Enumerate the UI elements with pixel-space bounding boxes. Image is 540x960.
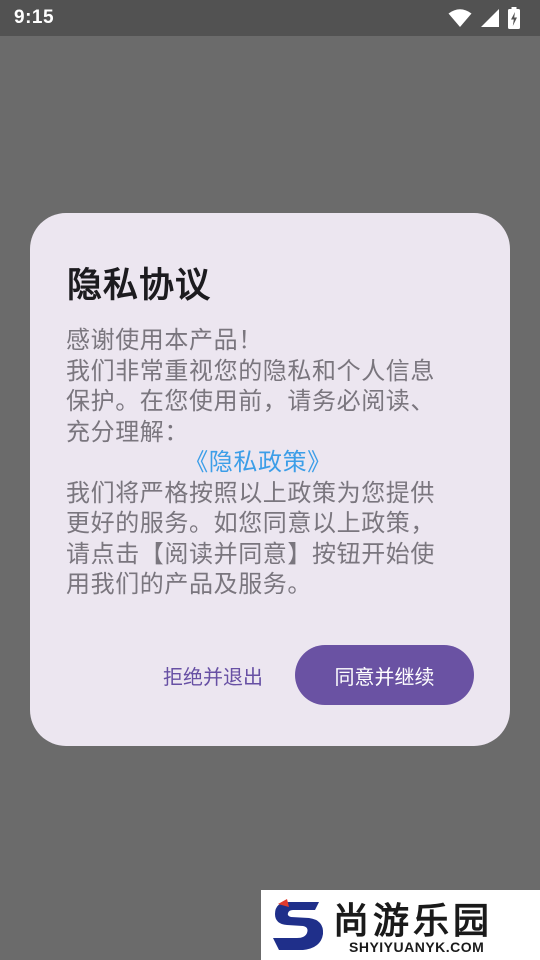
body-intro: 感谢使用本产品！	[66, 326, 263, 354]
body-paragraph-2: 我们将严格按照以上政策为您提供更好的服务。如您同意以上政策，请点击【阅读并同意】…	[66, 478, 435, 599]
privacy-dialog: 隐私协议 感谢使用本产品！ 我们非常重视您的隐私和个人信息保护。在您使用前，请务…	[30, 213, 510, 746]
wifi-icon	[448, 8, 472, 28]
watermark-url: SHYIYUANYK.COM	[349, 939, 485, 955]
watermark-name: 尚游乐园	[333, 901, 494, 942]
privacy-policy-link[interactable]: 《隐私政策》	[66, 447, 450, 478]
battery-charging-icon	[508, 7, 520, 29]
dialog-title: 隐私协议	[67, 266, 212, 306]
decline-exit-button[interactable]: 拒绝并退出	[148, 645, 278, 705]
status-time: 9:15	[14, 7, 55, 28]
cellular-signal-icon	[480, 8, 500, 28]
dialog-body: 感谢使用本产品！ 我们非常重视您的隐私和个人信息保护。在您使用前，请务必阅读、充…	[66, 325, 450, 600]
body-paragraph-1: 我们非常重视您的隐私和个人信息保护。在您使用前，请务必阅读、充分理解：	[66, 356, 435, 446]
status-icons	[448, 7, 520, 29]
status-bar: 9:15	[0, 0, 540, 36]
watermark-logo-icon	[269, 896, 329, 958]
accept-continue-button[interactable]: 同意并继续	[295, 645, 474, 705]
site-watermark: 尚游乐园 SHYIYUANYK.COM	[261, 890, 540, 960]
